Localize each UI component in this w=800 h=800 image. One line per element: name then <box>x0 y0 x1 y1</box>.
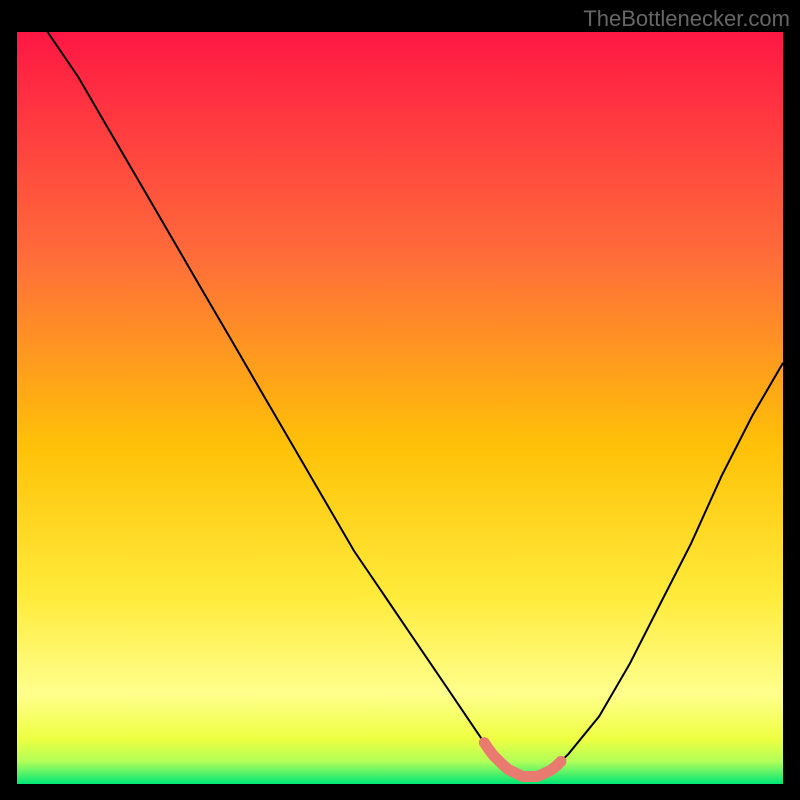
chart-svg <box>17 32 783 784</box>
watermark-text: TheBottlenecker.com <box>583 6 790 32</box>
chart-plot-area <box>17 32 783 784</box>
chart-background <box>17 32 783 784</box>
